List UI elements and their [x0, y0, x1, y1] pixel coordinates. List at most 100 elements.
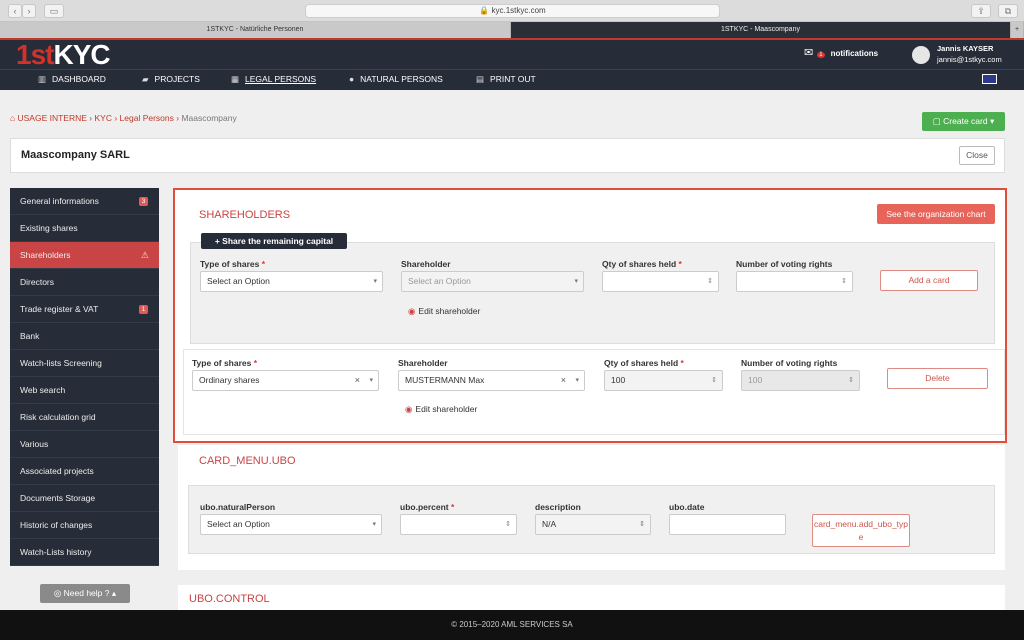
- sidebar-item-label: Historic of changes: [20, 520, 93, 530]
- stepper-icon[interactable]: ⇕: [505, 515, 511, 534]
- shareholder-select[interactable]: MUSTERMANN Max × ▾: [398, 370, 585, 391]
- sidebar-item-label: Existing shares: [20, 223, 78, 233]
- sidebar-item-label: Bank: [20, 331, 40, 341]
- input-value: 100: [611, 375, 626, 385]
- voting-rights-input[interactable]: ⇕: [736, 271, 853, 292]
- qty-shares-input[interactable]: 100 ⇕: [604, 370, 723, 391]
- sidebar-item-trade-register[interactable]: Trade register & VAT 1: [10, 296, 159, 323]
- browser-tab-maascompany[interactable]: 1STKYC - Maascompany: [511, 22, 1011, 38]
- new-tab-button[interactable]: +: [1011, 22, 1024, 38]
- nav-legal-persons[interactable]: ▦ LEGAL PERSONS: [231, 74, 316, 85]
- avatar[interactable]: [912, 46, 930, 64]
- add-card-button[interactable]: Add a card: [880, 270, 978, 291]
- sidebar-item-associated-projects[interactable]: Associated projects: [10, 458, 159, 485]
- uk-flag-icon[interactable]: [982, 74, 997, 84]
- title-panel: Maascompany SARL Close: [10, 138, 1005, 173]
- stepper-icon[interactable]: ⇕: [711, 371, 717, 390]
- nav-print-out[interactable]: ▤ PRINT OUT: [476, 74, 536, 85]
- sidebar-item-label: Watch-lists Screening: [20, 358, 102, 368]
- ubo-date-input[interactable]: [669, 514, 786, 535]
- nav-label: NATURAL PERSONS: [360, 74, 443, 84]
- ubo-title: CARD_MENU.UBO: [199, 455, 296, 467]
- sidebar-item-watch-lists-screening[interactable]: Watch-lists Screening: [10, 350, 159, 377]
- ubo-form: ubo.naturalPerson Select an Option ▾ ubo.…: [188, 485, 995, 554]
- organization-chart-button[interactable]: See the organization chart: [877, 204, 995, 224]
- nav-projects[interactable]: ▰ PROJECTS: [142, 74, 200, 85]
- clear-icon[interactable]: ×: [355, 371, 360, 390]
- sidebar-item-shareholders[interactable]: Shareholders ⚠: [10, 242, 159, 269]
- edit-shareholder-label: Edit shareholder: [418, 306, 481, 316]
- share-remaining-label: Share the remaining capital: [222, 236, 334, 246]
- forward-icon[interactable]: ›: [22, 4, 36, 18]
- edit-shareholder-label: Edit shareholder: [415, 404, 478, 414]
- sidebar-item-directors[interactable]: Directors: [10, 269, 159, 296]
- sidebar-item-risk-calculation-grid[interactable]: Risk calculation grid: [10, 404, 159, 431]
- browser-tab-natural-persons[interactable]: 1STKYC - Natürliche Personen: [0, 22, 511, 38]
- sidebar-item-general-informations[interactable]: General informations 3: [10, 188, 159, 215]
- share-remaining-capital-button[interactable]: + Share the remaining capital: [201, 233, 347, 249]
- folder-icon: ▰: [142, 74, 149, 84]
- close-button[interactable]: Close: [959, 146, 995, 165]
- sidebar-toggle-icon[interactable]: ▭: [44, 4, 64, 18]
- select-value: Select an Option: [408, 276, 471, 286]
- delete-button[interactable]: Delete: [887, 368, 988, 389]
- nav-natural-persons[interactable]: ● NATURAL PERSONS: [349, 74, 443, 84]
- home-icon: ⌂: [10, 113, 18, 123]
- select-value: Ordinary shares: [199, 375, 260, 385]
- sidebar-item-label: Directors: [20, 277, 55, 287]
- eye-icon: ◉: [405, 404, 413, 414]
- sidebar-item-web-search[interactable]: Web search: [10, 377, 159, 404]
- sidebar-item-bank[interactable]: Bank: [10, 323, 159, 350]
- nav-dashboard[interactable]: ▥ DASHBOARD: [38, 74, 106, 85]
- back-icon[interactable]: ‹: [8, 4, 22, 18]
- count-badge: 1: [139, 305, 148, 314]
- create-card-button[interactable]: ▢ Create card ▾: [922, 112, 1005, 131]
- input-value: 100: [748, 375, 763, 385]
- sidebar-item-various[interactable]: Various: [10, 431, 159, 458]
- stepper-icon[interactable]: ⇕: [841, 272, 847, 291]
- qty-shares-input[interactable]: ⇕: [602, 271, 719, 292]
- ubo-person-label: ubo.naturalPerson: [200, 502, 276, 512]
- page-title: Maascompany SARL: [21, 149, 130, 161]
- shareholders-panel: SHAREHOLDERS See the organization chart …: [173, 188, 1007, 443]
- count-badge: 3: [139, 197, 148, 206]
- breadcrumb-kyc[interactable]: KYC: [95, 113, 112, 123]
- notifications-button[interactable]: ✉ 1 notifications: [804, 46, 878, 59]
- footer-copyright: © 2015–2020 AML SERVICES SA: [0, 610, 1024, 640]
- user-info[interactable]: Jannis KAYSER jannis@1stkyc.com: [937, 44, 1002, 64]
- sidebar-item-documents-storage[interactable]: Documents Storage: [10, 485, 159, 512]
- type-of-shares-select[interactable]: Ordinary shares × ▾: [192, 370, 379, 391]
- url-bar[interactable]: 🔒 kyc.1stkyc.com: [305, 4, 720, 18]
- sidebar-item-watch-lists-history[interactable]: Watch-Lists history: [10, 539, 159, 566]
- voting-rights-label: Number of voting rights: [741, 358, 838, 368]
- breadcrumb-legal-persons[interactable]: Legal Persons: [120, 113, 174, 123]
- sidebar-item-existing-shares[interactable]: Existing shares: [10, 215, 159, 242]
- type-of-shares-select[interactable]: Select an Option ▾: [200, 271, 383, 292]
- clear-icon[interactable]: ×: [561, 371, 566, 390]
- file-icon: ▢: [932, 116, 944, 126]
- breadcrumb-usage-interne[interactable]: USAGE INTERNE: [18, 113, 87, 123]
- edit-shareholder-link[interactable]: ◉ Edit shareholder: [408, 306, 480, 317]
- tab-title: 1STKYC - Maascompany: [721, 26, 800, 33]
- create-card-label: Create card: [943, 116, 988, 126]
- ubo-person-select[interactable]: Select an Option ▾: [200, 514, 382, 535]
- new-shareholder-form: Type of shares * Select an Option ▾ Share…: [190, 242, 995, 344]
- user-name: Jannis KAYSER: [937, 44, 994, 53]
- add-ubo-type-button[interactable]: card_menu.add_ubo_type: [812, 514, 910, 547]
- shareholder-select[interactable]: Select an Option ▾: [401, 271, 584, 292]
- description-select[interactable]: N/A ⇕: [535, 514, 651, 535]
- ubo-percent-input[interactable]: ⇕: [400, 514, 517, 535]
- tabs-overview-icon[interactable]: ⧉: [998, 4, 1018, 18]
- browser-tabbar: 1STKYC - Natürliche Personen 1STKYC - Ma…: [0, 22, 1024, 38]
- need-help-button[interactable]: ◎ Need help ? ▴: [40, 584, 130, 603]
- stepper-icon[interactable]: ⇕: [707, 272, 713, 291]
- edit-shareholder-link[interactable]: ◉ Edit shareholder: [405, 404, 477, 415]
- sidebar-item-label: Watch-Lists history: [20, 547, 92, 557]
- sidebar-item-label: Shareholders: [20, 250, 71, 260]
- user-email: jannis@1stkyc.com: [937, 55, 1002, 64]
- logo[interactable]: 1stKYC: [16, 40, 111, 70]
- building-icon: ▦: [231, 74, 240, 84]
- browser-toolbar: ‹ › ▭ 🔒 kyc.1stkyc.com ⇪ ⧉: [0, 0, 1024, 22]
- share-icon[interactable]: ⇪: [971, 4, 991, 18]
- sidebar-item-historic-of-changes[interactable]: Historic of changes: [10, 512, 159, 539]
